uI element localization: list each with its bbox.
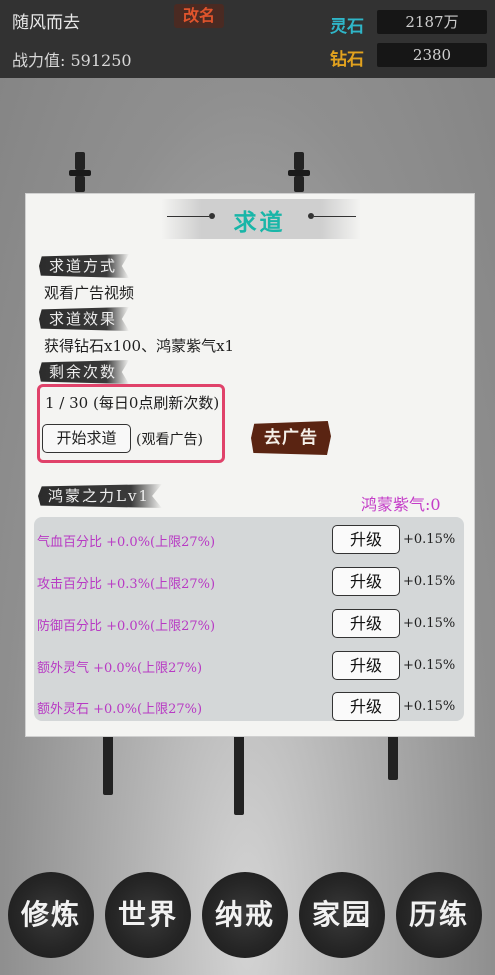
attribute-panel: 气血百分比 +0.0%(上限27%) 升级 +0.15% 攻击百分比 +0.3%… — [34, 517, 464, 721]
nav-world[interactable]: 世界 — [105, 872, 191, 958]
attribute-text: 气血百分比 +0.0%(上限27%) — [37, 535, 216, 550]
upgrade-bonus: +0.15% — [403, 616, 456, 631]
upgrade-bonus: +0.15% — [403, 532, 456, 547]
attribute-row: 额外灵石 +0.0%(上限27%) 升级 +0.15% — [34, 687, 464, 729]
rename-button[interactable]: 改名 — [174, 4, 224, 28]
nav-adventure[interactable]: 历练 — [396, 872, 482, 958]
combat-power: 战力值: 591250 — [12, 47, 132, 71]
attribute-row: 额外灵气 +0.0%(上限27%) 升级 +0.15% — [34, 646, 464, 688]
power-value: 591250 — [70, 51, 132, 70]
nav-cultivate[interactable]: 修炼 — [8, 872, 94, 958]
upgrade-bonus: +0.15% — [403, 699, 456, 714]
start-seek-button[interactable]: 开始求道 — [42, 424, 131, 453]
hongmeng-title: 鸿蒙之力Lv1 — [38, 484, 162, 508]
upgrade-button[interactable]: 升级 — [332, 651, 400, 680]
top-bar: 随风而去 改名 战力值: 591250 灵石 2187万 钻石 2380 — [0, 0, 495, 78]
attribute-text: 攻击百分比 +0.3%(上限27%) — [37, 577, 216, 592]
seek-dao-dialog: 求道 求道方式 观看广告视频 求道效果 获得钻石x100、鸿蒙紫气x1 剩余次数… — [25, 193, 475, 737]
nav-home[interactable]: 家园 — [299, 872, 385, 958]
upgrade-button[interactable]: 升级 — [332, 567, 400, 596]
nav-storage-ring[interactable]: 纳戒 — [202, 872, 288, 958]
spirit-stone-value: 2187万 — [377, 10, 487, 34]
attribute-row: 防御百分比 +0.0%(上限27%) 升级 +0.15% — [34, 604, 464, 646]
attribute-row: 气血百分比 +0.0%(上限27%) 升级 +0.15% — [34, 520, 464, 562]
upgrade-button[interactable]: 升级 — [332, 609, 400, 638]
power-label: 战力值: — [12, 51, 66, 70]
remaining-count: 1 / 30 (每日0点刷新次数) — [45, 394, 220, 412]
dialog-title: 求道 — [233, 209, 286, 236]
upgrade-bonus: +0.15% — [403, 658, 456, 673]
remaining-label: 剩余次数 — [39, 360, 130, 384]
sword-icon — [228, 735, 250, 815]
attribute-row: 攻击百分比 +0.3%(上限27%) 升级 +0.15% — [34, 562, 464, 604]
attribute-text: 额外灵石 +0.0%(上限27%) — [37, 702, 203, 717]
method-label: 求道方式 — [39, 254, 130, 278]
spirit-stone-label: 灵石 — [330, 17, 364, 37]
sword-icon — [288, 152, 310, 192]
sword-icon — [69, 152, 91, 192]
upgrade-button[interactable]: 升级 — [332, 525, 400, 554]
go-ad-button[interactable]: 去广告 — [251, 421, 331, 455]
hongmeng-qi: 鸿蒙紫气:0 — [361, 495, 441, 514]
attribute-text: 额外灵气 +0.0%(上限27%) — [37, 661, 203, 676]
method-text: 观看广告视频 — [44, 284, 135, 302]
upgrade-button[interactable]: 升级 — [332, 692, 400, 721]
effect-label: 求道效果 — [39, 307, 130, 331]
sword-icon — [382, 735, 404, 780]
sword-icon — [97, 735, 119, 795]
attribute-text: 防御百分比 +0.0%(上限27%) — [37, 619, 216, 634]
watch-ad-note: (观看广告) — [136, 432, 203, 448]
diamond-value: 2380 — [377, 43, 487, 67]
effect-text: 获得钻石x100、鸿蒙紫气x1 — [44, 337, 235, 355]
diamond-label: 钻石 — [330, 50, 364, 70]
upgrade-bonus: +0.15% — [403, 574, 456, 589]
player-name: 随风而去 — [12, 13, 80, 33]
